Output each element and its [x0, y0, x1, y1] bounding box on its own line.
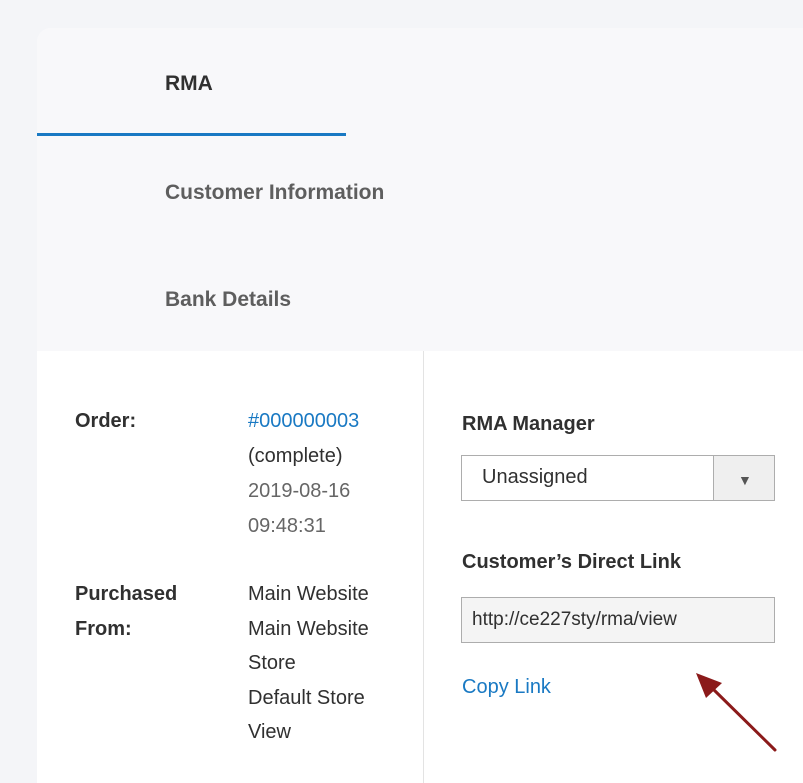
annotation-arrow-icon	[696, 673, 777, 752]
